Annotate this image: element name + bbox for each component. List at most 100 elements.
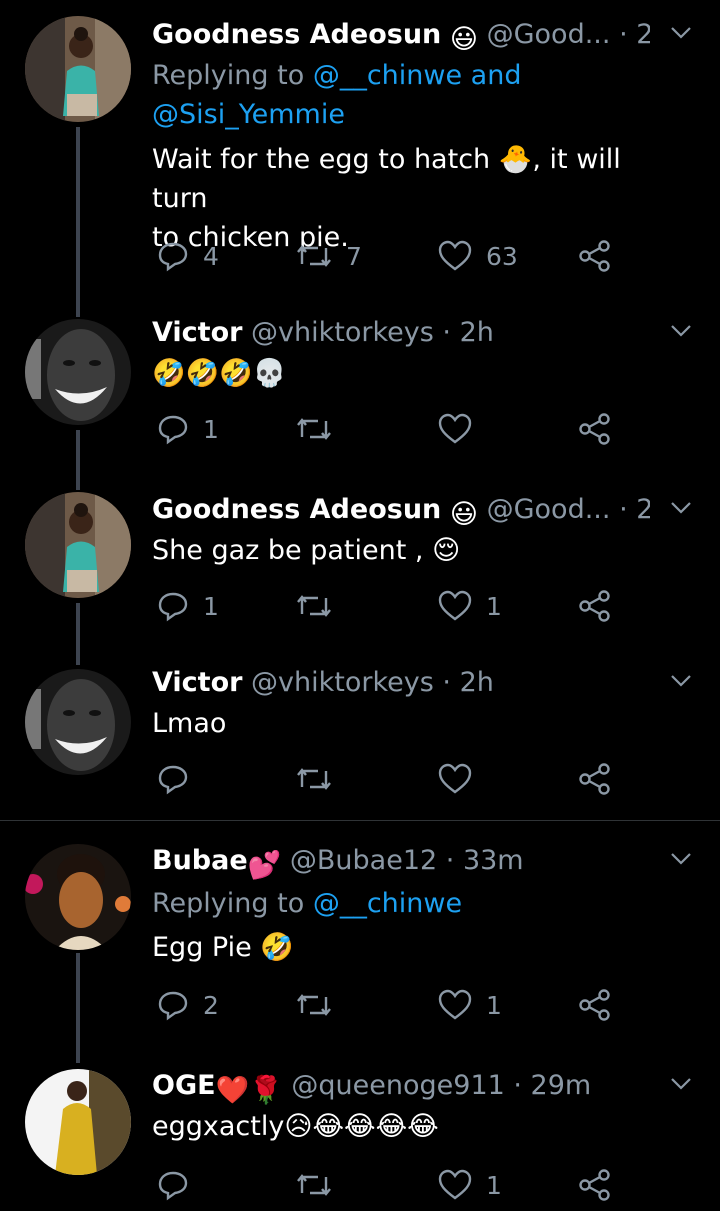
avatar[interactable] <box>25 844 131 950</box>
tweet-text: She gaz be patient , 😌 <box>152 531 680 570</box>
avatar-image <box>25 16 131 122</box>
timestamp: · 2h <box>619 494 650 525</box>
chevron-down-icon[interactable] <box>670 501 692 515</box>
reply-button[interactable]: 2 <box>157 985 219 1025</box>
tweet-text: eggxactly😥😂😂😂😂 <box>152 1111 439 1142</box>
retweet-button[interactable] <box>296 409 332 449</box>
tweet-actions <box>0 759 720 799</box>
retweet-icon <box>297 768 331 790</box>
tweet-actions: 2 1 <box>0 985 720 1025</box>
avatar[interactable] <box>25 492 131 598</box>
tweet-text-part: Egg Pie <box>152 932 261 963</box>
display-name[interactable]: Bubae <box>152 845 248 876</box>
timestamp: · 33m <box>445 845 524 876</box>
mention-link[interactable]: @__chinwe <box>313 888 462 919</box>
chevron-down-icon[interactable] <box>670 26 692 40</box>
retweet-icon <box>297 245 331 267</box>
display-name[interactable]: OGE <box>152 1070 216 1101</box>
reply-count: 4 <box>203 241 219 271</box>
tweet[interactable]: Victor @vhiktorkeys · 2h Lmao <box>0 664 720 804</box>
retweet-icon <box>297 1174 331 1196</box>
user-handle[interactable]: @Good... <box>487 19 611 50</box>
replying-to: Replying to @__chinwe <box>152 884 462 923</box>
name-emoji: 💕 <box>247 850 282 880</box>
user-handle[interactable]: @Good... <box>487 494 611 525</box>
user-handle[interactable]: @vhiktorkeys <box>251 317 434 348</box>
avatar-image <box>25 844 131 950</box>
tweet-actions: 1 <box>0 1165 720 1205</box>
share-button[interactable] <box>578 759 612 799</box>
mention-link[interactable]: @__chinwe and <box>313 60 522 91</box>
user-handle[interactable]: @vhiktorkeys <box>251 667 434 698</box>
share-icon <box>579 590 610 622</box>
reply-icon <box>158 1171 188 1201</box>
replying-label: Replying to <box>152 60 313 91</box>
tweet[interactable]: OGE❤️🌹 @queenoge911 · 29m eggxactly😥😂😂😂😂… <box>0 1067 720 1211</box>
display-name[interactable]: Victor <box>152 317 242 348</box>
like-button[interactable]: 1 <box>438 985 502 1025</box>
share-button[interactable] <box>578 409 612 449</box>
text-emoji: 🤣 <box>260 932 294 963</box>
tweet-header: OGE❤️🌹 @queenoge911 · 29m <box>152 1067 650 1105</box>
retweet-button[interactable] <box>296 759 332 799</box>
retweet-button[interactable] <box>296 586 332 626</box>
chevron-down-icon[interactable] <box>670 674 692 688</box>
display-name[interactable]: Goodness Adeosun <box>152 19 441 50</box>
retweet-icon <box>297 595 331 617</box>
reply-button[interactable]: 1 <box>157 409 219 449</box>
text-emoji: 🐣 <box>498 144 533 175</box>
timestamp: · 2h <box>442 667 494 698</box>
chevron-down-icon[interactable] <box>670 852 692 866</box>
user-handle[interactable]: @Bubae12 <box>290 845 437 876</box>
reply-icon <box>158 765 188 795</box>
reply-count: 2 <box>203 990 219 1020</box>
share-button[interactable] <box>578 236 612 276</box>
name-emoji: ❤️🌹 <box>215 1075 283 1105</box>
retweet-icon <box>297 994 331 1016</box>
avatar[interactable] <box>25 16 131 122</box>
display-name[interactable]: Victor <box>152 667 242 698</box>
display-name[interactable]: Goodness Adeosun <box>152 494 441 525</box>
user-handle[interactable]: @queenoge911 <box>291 1070 504 1101</box>
conversation-divider <box>0 820 720 821</box>
reply-button[interactable] <box>157 1165 189 1205</box>
chevron-down-icon[interactable] <box>670 1077 692 1091</box>
reply-button[interactable]: 4 <box>157 236 219 276</box>
share-button[interactable] <box>578 985 612 1025</box>
name-emoji: 😃 <box>449 499 479 529</box>
like-button[interactable] <box>438 759 472 799</box>
like-button[interactable]: 1 <box>438 1165 502 1205</box>
avatar-image <box>25 492 131 598</box>
share-icon <box>579 763 610 795</box>
timestamp: · 29m <box>513 1070 592 1101</box>
retweet-count: 7 <box>346 241 362 271</box>
chevron-down-icon[interactable] <box>670 324 692 338</box>
tweet[interactable]: Goodness Adeosun 😃 @Good... · 2h She gaz… <box>0 491 720 631</box>
retweet-button[interactable] <box>296 1165 332 1205</box>
heart-icon <box>438 989 472 1020</box>
tweet[interactable]: Goodness Adeosun 😃 @Good... · 2h Replyin… <box>0 16 720 286</box>
like-button[interactable]: 63 <box>438 236 518 276</box>
reply-icon <box>158 415 188 445</box>
reply-button[interactable] <box>157 759 189 799</box>
name-emoji: 😃 <box>449 24 479 54</box>
reply-button[interactable]: 1 <box>157 586 219 626</box>
retweet-button[interactable] <box>296 985 332 1025</box>
avatar[interactable] <box>25 1069 131 1175</box>
tweet-actions: 4 7 63 <box>0 236 720 276</box>
heart-icon <box>438 590 472 621</box>
like-button[interactable] <box>438 409 472 449</box>
tweet-header: Goodness Adeosun 😃 @Good... · 2h <box>152 16 650 54</box>
text-emoji: 😌 <box>432 535 461 566</box>
mention-link[interactable]: @Sisi_Yemmie <box>152 99 345 130</box>
replying-to: Replying to @__chinwe and @Sisi_Yemmie <box>152 56 521 134</box>
retweet-button[interactable]: 7 <box>296 236 362 276</box>
reply-icon <box>158 592 188 622</box>
like-button[interactable]: 1 <box>438 586 502 626</box>
tweet-text: Egg Pie 🤣 <box>152 928 680 967</box>
share-button[interactable] <box>578 586 612 626</box>
share-button[interactable] <box>578 1165 612 1205</box>
tweet[interactable]: Victor @vhiktorkeys · 2h 🤣🤣🤣💀 1 <box>0 314 720 454</box>
tweet[interactable]: Bubae💕 @Bubae12 · 33m Replying to @__chi… <box>0 842 720 1042</box>
share-icon <box>579 989 610 1021</box>
